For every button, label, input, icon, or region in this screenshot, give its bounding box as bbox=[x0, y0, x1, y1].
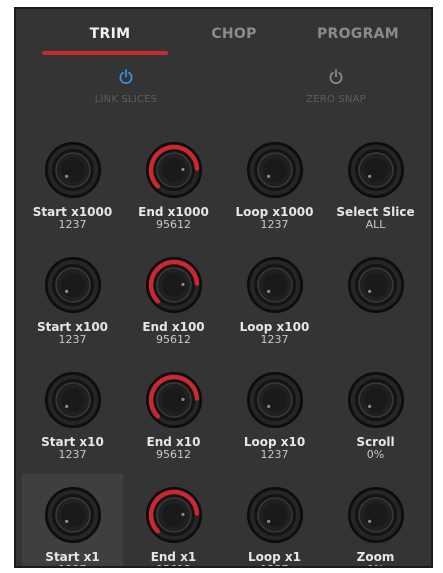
knob[interactable] bbox=[41, 483, 105, 547]
knob[interactable] bbox=[344, 138, 408, 202]
knob-value: 1237 bbox=[58, 218, 87, 231]
knob-value: 1237 bbox=[58, 333, 87, 346]
knob-label: Scroll bbox=[356, 435, 395, 449]
knob-value: ALL bbox=[365, 218, 386, 231]
knob[interactable] bbox=[243, 483, 307, 547]
knob-value: 1237 bbox=[260, 448, 289, 461]
knob-cell: Loop x100 1237 bbox=[224, 244, 325, 359]
knob-graphic bbox=[44, 487, 101, 543]
knob[interactable] bbox=[344, 368, 408, 432]
knob[interactable] bbox=[41, 368, 105, 432]
knob[interactable] bbox=[243, 138, 307, 202]
tab-chop[interactable]: CHOP bbox=[194, 26, 274, 42]
link-slices-toggle[interactable]: LINK SLICES bbox=[46, 69, 206, 105]
zero-snap-toggle[interactable]: ZERO SNAP bbox=[256, 69, 416, 105]
knob-cell: End x195612 bbox=[123, 474, 224, 566]
knob[interactable] bbox=[243, 253, 307, 317]
knob-label: End x10 bbox=[146, 435, 201, 449]
knob-graphic bbox=[145, 142, 202, 198]
knob[interactable] bbox=[243, 368, 307, 432]
tab-trim[interactable]: TRIM bbox=[70, 26, 150, 42]
knob-graphic bbox=[246, 142, 303, 198]
knob-label: Select Slice bbox=[336, 205, 415, 219]
knob[interactable] bbox=[41, 138, 105, 202]
knob-label: Loop x10 bbox=[243, 435, 306, 449]
knob-value: 95612 bbox=[156, 448, 191, 461]
knob-label: End x1000 bbox=[138, 205, 209, 219]
knob-label: End x1 bbox=[150, 550, 197, 564]
knob-graphic bbox=[347, 372, 404, 428]
knob-cell: Loop x10 1237 bbox=[224, 359, 325, 474]
knob-graphic bbox=[347, 257, 404, 313]
knob-cell: Start x1000 1237 bbox=[22, 129, 123, 244]
knob-value: 0% bbox=[366, 448, 385, 461]
knob-value: 0% bbox=[325, 563, 426, 566]
knob-label: Loop x1 bbox=[248, 550, 301, 564]
knob-graphic bbox=[246, 372, 303, 428]
knob-graphic bbox=[44, 142, 101, 198]
knob-value: 95612 bbox=[156, 333, 191, 346]
trim-panel: TRIM CHOP PROGRAM LINK SLICES ZERO SNAP … bbox=[14, 7, 433, 568]
knob-label: Start x1000 bbox=[32, 205, 113, 219]
knob-value: 1237 bbox=[224, 563, 325, 566]
knob-cell: End x10 95612 bbox=[123, 359, 224, 474]
knob[interactable] bbox=[41, 253, 105, 317]
knob-graphic bbox=[145, 372, 202, 428]
knob-cell: End x1000 95612 bbox=[123, 129, 224, 244]
knob-cell bbox=[325, 244, 426, 359]
knob-graphic bbox=[246, 487, 303, 543]
knob-label: Start x100 bbox=[36, 320, 109, 334]
knob-cell: Start x100 1237 bbox=[22, 244, 123, 359]
knob-value: 1237 bbox=[22, 563, 123, 566]
knob-graphic bbox=[347, 487, 404, 543]
knob-label: Zoom bbox=[356, 550, 395, 564]
power-icon bbox=[329, 69, 343, 84]
knob-value: 1237 bbox=[58, 448, 87, 461]
knob[interactable] bbox=[142, 368, 206, 432]
knob-cell: Loop x11237 bbox=[224, 474, 325, 566]
knob-cell: Scroll 0% bbox=[325, 359, 426, 474]
knob[interactable] bbox=[344, 483, 408, 547]
knob-label: End x100 bbox=[142, 320, 205, 334]
screenshot-frame: TRIM CHOP PROGRAM LINK SLICES ZERO SNAP … bbox=[0, 0, 443, 573]
knob-value: 1237 bbox=[260, 333, 289, 346]
tab-program[interactable]: PROGRAM bbox=[298, 26, 418, 42]
knob-graphic bbox=[145, 487, 202, 543]
knob-value: 95612 bbox=[123, 563, 224, 566]
knob-graphic bbox=[347, 142, 404, 198]
power-icon bbox=[119, 69, 133, 84]
knob-cell: Start x10 1237 bbox=[22, 359, 123, 474]
knob-graphic bbox=[44, 372, 101, 428]
knob-label: Start x1 bbox=[45, 550, 100, 564]
knob-cell: Select Slice ALL bbox=[325, 129, 426, 244]
knob-cell: End x100 95612 bbox=[123, 244, 224, 359]
active-tab-indicator bbox=[42, 51, 168, 55]
zero-snap-label: ZERO SNAP bbox=[306, 94, 366, 105]
knob-cell: Loop x1000 1237 bbox=[224, 129, 325, 244]
knob-cell: Zoom0% bbox=[325, 474, 426, 566]
knob-graphic bbox=[246, 257, 303, 313]
knob-value: 95612 bbox=[156, 218, 191, 231]
link-slices-label: LINK SLICES bbox=[94, 94, 158, 105]
tab-bar: TRIM CHOP PROGRAM bbox=[16, 9, 431, 59]
knob-value: 1237 bbox=[260, 218, 289, 231]
knob-graphic bbox=[145, 257, 202, 313]
knob[interactable] bbox=[142, 138, 206, 202]
knob-cell: Start x11237 bbox=[22, 474, 123, 566]
knob[interactable] bbox=[142, 483, 206, 547]
knob[interactable] bbox=[142, 253, 206, 317]
knob-graphic bbox=[44, 257, 101, 313]
knob-label: Start x10 bbox=[41, 435, 104, 449]
knob-label: Loop x1000 bbox=[235, 205, 314, 219]
knob-label: Loop x100 bbox=[239, 320, 310, 334]
knob[interactable] bbox=[344, 253, 408, 317]
